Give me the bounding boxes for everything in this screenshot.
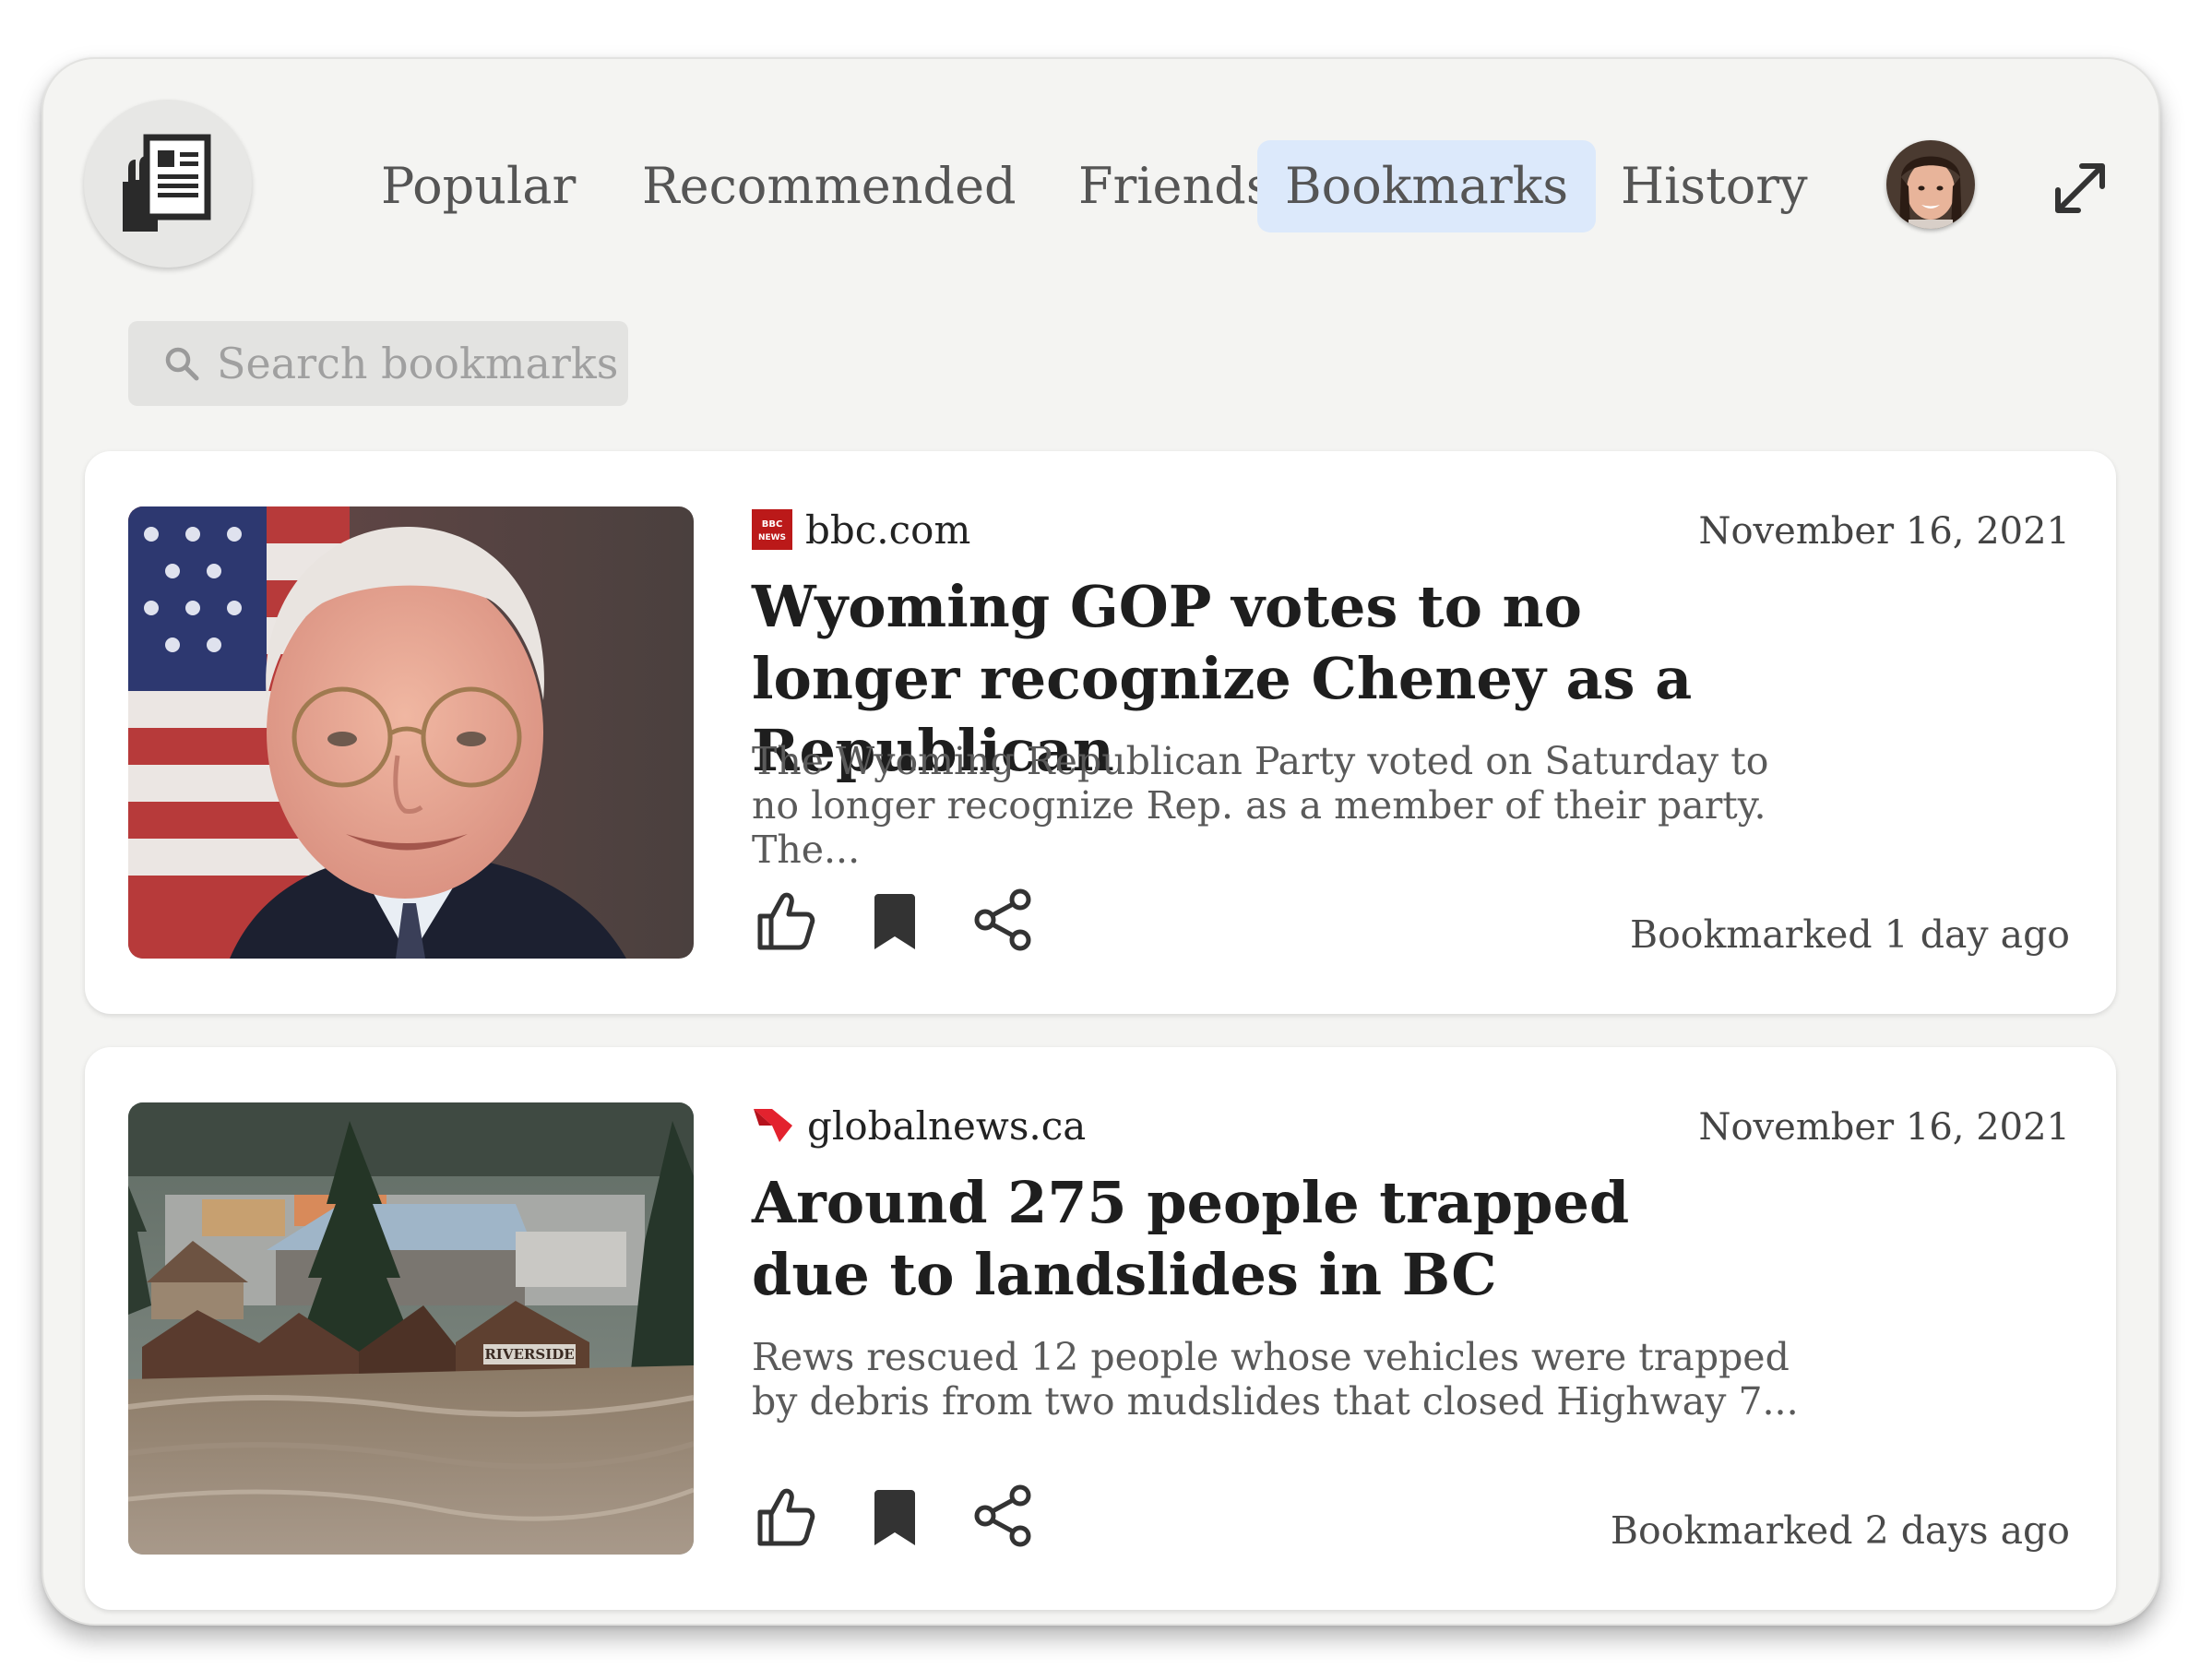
article-excerpt: The Wyoming Republican Party voted on Sa… bbox=[752, 739, 1769, 872]
global-news-logo bbox=[754, 1109, 792, 1142]
share-button[interactable] bbox=[967, 883, 1041, 957]
main-nav: Popular Recommended Friends Bookmarks Hi… bbox=[43, 140, 2158, 232]
share-button[interactable] bbox=[967, 1479, 1041, 1553]
svg-text:NEWS: NEWS bbox=[758, 533, 786, 542]
search-input[interactable] bbox=[217, 339, 623, 388]
article-source: BBC NEWS bbc.com bbox=[752, 506, 970, 553]
article-date: November 16, 2021 bbox=[1698, 510, 2070, 553]
article-excerpt: Rews rescued 12 people whose vehicles we… bbox=[752, 1335, 1799, 1424]
riverside-sign: RIVERSIDE bbox=[484, 1346, 574, 1363]
share-icon bbox=[974, 888, 1031, 951]
tab-history[interactable]: History bbox=[1593, 140, 1836, 232]
bookmark-icon bbox=[874, 1490, 915, 1545]
article-card[interactable]: BBC NEWS bbc.com November 16, 2021 Wyomi… bbox=[85, 451, 2116, 1014]
thumbs-up-icon bbox=[757, 1488, 815, 1546]
article-card[interactable]: RIVERSIDE globalnews.ca November 16, 202… bbox=[85, 1047, 2116, 1610]
bookmark-button[interactable] bbox=[858, 883, 932, 957]
article-source: globalnews.ca bbox=[752, 1102, 1086, 1149]
user-avatar[interactable] bbox=[1886, 140, 1975, 229]
tab-popular[interactable]: Popular bbox=[353, 140, 603, 232]
bookmarked-time: Bookmarked 2 days ago bbox=[1610, 1508, 2070, 1553]
article-thumbnail[interactable]: RIVERSIDE bbox=[128, 1102, 694, 1555]
like-button[interactable] bbox=[747, 1479, 821, 1553]
search-bar[interactable] bbox=[128, 321, 628, 406]
like-button[interactable] bbox=[747, 883, 821, 957]
source-name[interactable]: bbc.com bbox=[805, 507, 970, 553]
app-window: Popular Recommended Friends Bookmarks Hi… bbox=[42, 57, 2160, 1626]
thumbs-up-icon bbox=[757, 892, 815, 950]
article-date: November 16, 2021 bbox=[1698, 1106, 2070, 1149]
bookmark-button[interactable] bbox=[858, 1479, 932, 1553]
bookmarked-time: Bookmarked 1 day ago bbox=[1629, 912, 2070, 957]
share-icon bbox=[974, 1484, 1031, 1547]
bbc-news-logo: BBC NEWS bbox=[752, 509, 792, 550]
svg-text:BBC: BBC bbox=[762, 519, 783, 530]
expand-button[interactable] bbox=[2043, 151, 2117, 225]
bookmark-icon bbox=[874, 894, 915, 949]
article-title[interactable]: Around 275 people trapped due to landsli… bbox=[752, 1167, 1766, 1311]
source-name[interactable]: globalnews.ca bbox=[807, 1103, 1086, 1149]
search-icon bbox=[165, 347, 199, 381]
tab-bookmarks[interactable]: Bookmarks bbox=[1257, 140, 1597, 232]
expand-icon bbox=[2055, 163, 2105, 213]
article-thumbnail[interactable] bbox=[128, 506, 694, 959]
tab-recommended[interactable]: Recommended bbox=[614, 140, 1044, 232]
